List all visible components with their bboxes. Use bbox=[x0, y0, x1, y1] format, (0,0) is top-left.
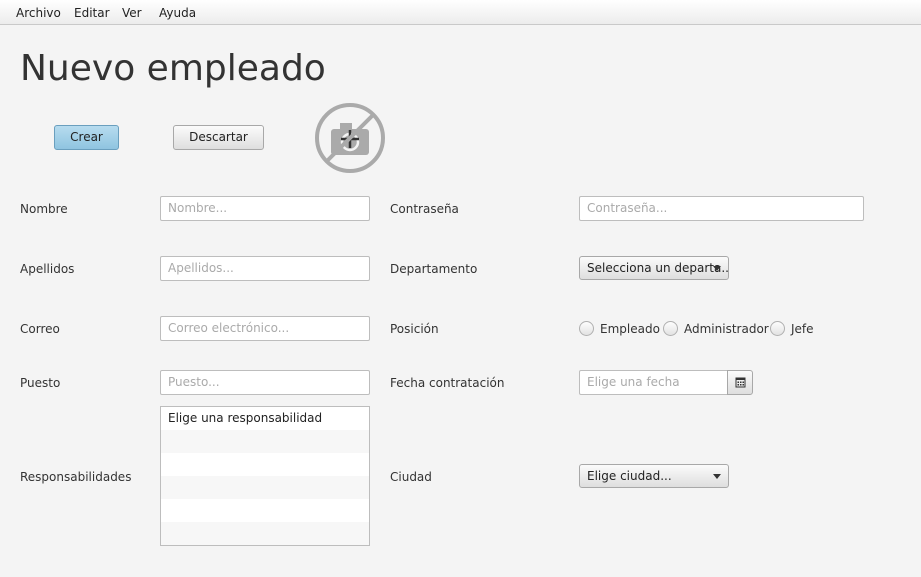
radio-jefe-label[interactable]: Jefe bbox=[791, 322, 814, 336]
calendar-icon bbox=[735, 377, 746, 388]
puesto-input[interactable]: Puesto... bbox=[160, 370, 370, 395]
departamento-select[interactable]: Selecciona un departa... bbox=[579, 256, 729, 280]
contrasena-input[interactable]: Contraseña... bbox=[579, 196, 864, 221]
ciudad-label: Ciudad bbox=[390, 470, 432, 484]
departamento-label: Departamento bbox=[390, 262, 478, 276]
add-photo-icon[interactable] bbox=[313, 101, 387, 175]
discard-button[interactable]: Descartar bbox=[173, 125, 264, 150]
responsabilidades-list[interactable]: Elige una responsabilidad bbox=[160, 406, 370, 546]
correo-input[interactable]: Correo electrónico... bbox=[160, 316, 370, 341]
create-button[interactable]: Crear bbox=[54, 125, 119, 150]
list-item[interactable] bbox=[161, 499, 369, 522]
nombre-input[interactable]: Nombre... bbox=[160, 196, 370, 221]
menu-archivo[interactable]: Archivo bbox=[16, 6, 61, 20]
radio-administrador-label[interactable]: Administrador bbox=[684, 322, 769, 336]
menu-ayuda[interactable]: Ayuda bbox=[159, 6, 196, 20]
radio-empleado-label[interactable]: Empleado bbox=[600, 322, 660, 336]
puesto-label: Puesto bbox=[20, 376, 61, 390]
chevron-down-icon bbox=[713, 474, 721, 479]
posicion-label: Posición bbox=[390, 322, 439, 336]
menu-editar[interactable]: Editar bbox=[74, 6, 110, 20]
contrasena-label: Contraseña bbox=[390, 202, 459, 216]
responsabilidades-label: Responsabilidades bbox=[20, 470, 132, 484]
list-item[interactable] bbox=[161, 476, 369, 499]
calendar-button[interactable] bbox=[727, 370, 753, 395]
list-item[interactable] bbox=[161, 453, 369, 476]
ciudad-select[interactable]: Elige ciudad... bbox=[579, 464, 729, 488]
radio-administrador[interactable] bbox=[663, 321, 678, 336]
ciudad-value: Elige ciudad... bbox=[587, 469, 672, 483]
apellidos-label: Apellidos bbox=[20, 262, 75, 276]
radio-jefe[interactable] bbox=[770, 321, 785, 336]
menu-bar: Archivo Editar Ver Ayuda bbox=[0, 0, 921, 25]
fecha-input[interactable]: Elige una fecha bbox=[579, 370, 728, 395]
apellidos-input[interactable]: Apellidos... bbox=[160, 256, 370, 281]
chevron-down-icon bbox=[713, 266, 721, 271]
correo-label: Correo bbox=[20, 322, 60, 336]
fecha-label: Fecha contratación bbox=[390, 376, 505, 390]
radio-empleado[interactable] bbox=[579, 321, 594, 336]
departamento-value: Selecciona un departa... bbox=[587, 261, 729, 275]
menu-ver[interactable]: Ver bbox=[122, 6, 142, 20]
page-title: Nuevo empleado bbox=[20, 48, 326, 89]
list-item[interactable] bbox=[161, 522, 369, 545]
list-item[interactable] bbox=[161, 430, 369, 453]
list-item[interactable]: Elige una responsabilidad bbox=[161, 407, 369, 430]
nombre-label: Nombre bbox=[20, 202, 68, 216]
